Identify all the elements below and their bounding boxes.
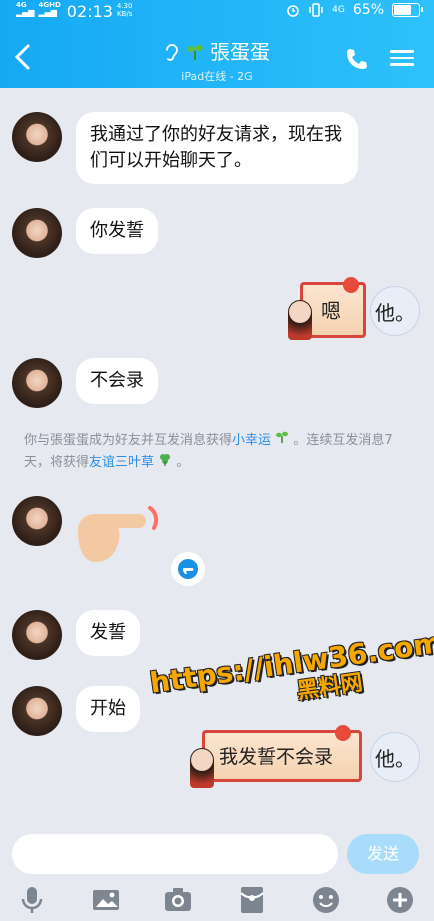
sticker-figure: [288, 300, 312, 340]
message-bubble[interactable]: 发誓: [76, 610, 140, 656]
message-row: 发誓: [12, 610, 140, 660]
phone-icon[interactable]: [344, 46, 370, 72]
emoji-icon[interactable]: [310, 884, 342, 916]
sprout-icon: [276, 431, 289, 443]
clover-link[interactable]: 友谊三叶草: [89, 455, 154, 470]
menu-button[interactable]: [390, 46, 414, 68]
avatar[interactable]: [12, 112, 62, 162]
red-packet-icon[interactable]: [236, 884, 268, 916]
chat-header: 4G ▂▄▆ 4GHD ▂▄▆ 02:13 4.30 KB/s 4G 65% 張…: [0, 0, 434, 88]
avatar-text: 他。: [375, 746, 415, 771]
microphone-icon[interactable]: [16, 884, 48, 916]
message-row: [12, 496, 62, 546]
image-icon[interactable]: [90, 884, 122, 916]
message-input[interactable]: [12, 834, 338, 874]
message-bubble[interactable]: 不会录: [76, 358, 158, 404]
status-bar: 4G ▂▄▆ 4GHD ▂▄▆ 02:13 4.30 KB/s 4G 65%: [0, 0, 434, 22]
page-title: 張蛋蛋: [210, 40, 270, 64]
message-row: 开始: [12, 686, 140, 736]
sticker-text: 嗯: [321, 299, 341, 323]
message-bubble[interactable]: 开始: [76, 686, 140, 732]
battery-percent: 65%: [352, 2, 384, 18]
watermark: https://ihlw36.com 黑料网: [147, 625, 434, 705]
network-indicator-2: 4GHD ▂▄▆: [38, 1, 61, 17]
message-row: 我通过了你的好友请求，现在我们可以开始聊天了。: [12, 112, 358, 184]
message-bubble[interactable]: 我通过了你的好友请求，现在我们可以开始聊天了。: [76, 112, 358, 184]
sticker-message[interactable]: 我发誓不会录: [202, 725, 362, 782]
network-indicator: 4G ▂▄▆: [16, 1, 35, 17]
alarm-icon: [287, 5, 299, 17]
sprout-icon: [187, 45, 203, 60]
flower-decoration: [335, 725, 351, 741]
input-toolbar: [0, 880, 434, 921]
self-avatar[interactable]: 他。: [370, 732, 420, 782]
avatar-text: 他。: [375, 300, 415, 325]
poke-icon: [178, 559, 198, 579]
sticker-figure: [190, 748, 214, 788]
network-speed: 4.30 KB/s: [116, 2, 133, 18]
avatar[interactable]: [12, 358, 62, 408]
plus-icon[interactable]: [384, 884, 416, 916]
send-button[interactable]: 发送: [347, 834, 419, 874]
battery-icon: [392, 3, 423, 17]
message-bubble[interactable]: 你发誓: [76, 208, 158, 254]
avatar[interactable]: [12, 208, 62, 258]
vibrate-icon: [309, 3, 323, 17]
system-notice: 你与張蛋蛋成为好友并互发消息获得小幸运 。连续互发消息7天，将获得友谊三叶草 。: [24, 430, 414, 474]
sticker-text: 我发誓不会录: [219, 746, 334, 768]
message-row: 你发誓: [12, 208, 158, 258]
avatar[interactable]: [12, 686, 62, 736]
message-row: 不会录: [12, 358, 158, 408]
clover-icon: [160, 454, 171, 466]
self-avatar[interactable]: 他。: [370, 286, 420, 336]
avatar[interactable]: [12, 610, 62, 660]
avatar[interactable]: [12, 496, 62, 546]
network-label-3: 4G: [332, 5, 345, 15]
camera-icon[interactable]: [162, 884, 194, 916]
flower-decoration: [343, 277, 359, 293]
poke-finger-icon[interactable]: [72, 500, 164, 568]
poke-button[interactable]: [171, 552, 205, 586]
clock: 02:13: [66, 2, 113, 21]
lucky-link[interactable]: 小幸运: [232, 433, 271, 448]
ear-icon: [166, 44, 178, 61]
